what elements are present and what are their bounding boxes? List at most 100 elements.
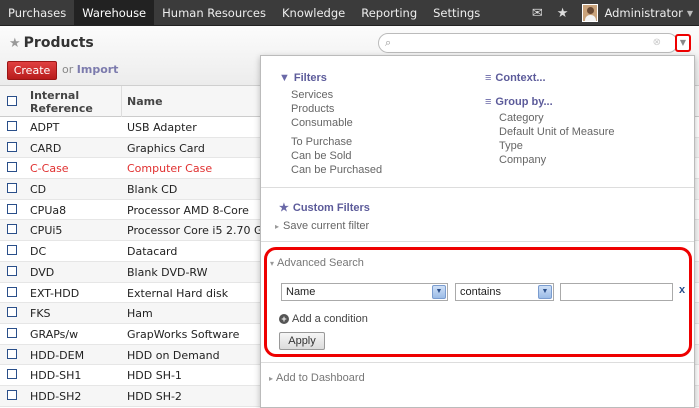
database-icon: ≡	[485, 96, 492, 108]
row-checkbox[interactable]	[7, 224, 17, 235]
page-title-text: Products	[23, 35, 94, 51]
menu-human-resources[interactable]: Human Resources	[154, 0, 274, 26]
groupby-title: ≡ Group by...	[485, 96, 553, 108]
import-link[interactable]: Import	[77, 63, 119, 76]
search-icon: ⌕	[385, 36, 392, 49]
search-options-panel: ▼ Filters Services Products Consumable To…	[260, 55, 695, 408]
favorite-star-icon[interactable]: ★	[9, 36, 21, 51]
main-menu: Purchases Warehouse Human Resources Know…	[0, 0, 488, 26]
column-divider	[121, 86, 122, 117]
menu-warehouse[interactable]: Warehouse	[74, 0, 155, 26]
chevron-down-icon[interactable]: ▼	[432, 285, 446, 299]
add-to-dashboard[interactable]: ▸ Add to Dashboard	[269, 372, 365, 384]
filter-icon: ▼	[279, 72, 290, 84]
operator-select[interactable]: contains ▼	[455, 283, 554, 301]
cell-internal-reference: GRAPs/w	[30, 327, 79, 341]
menu-settings[interactable]: Settings	[425, 0, 488, 26]
save-current-filter-text: Save current filter	[283, 220, 370, 232]
filter-to-purchase[interactable]: To Purchase	[291, 136, 352, 148]
cell-name: USB Adapter	[127, 121, 197, 134]
cell-name: HDD SH-1	[127, 369, 182, 383]
clear-search-icon[interactable]: ⊗	[653, 37, 661, 48]
advanced-search-toggle[interactable]: ▾ Advanced Search	[270, 257, 364, 269]
divider	[261, 362, 694, 363]
groupby-company[interactable]: Company	[499, 154, 546, 166]
add-condition-link[interactable]: + Add a condition	[279, 313, 368, 325]
plus-icon: +	[279, 314, 289, 324]
chevron-down-icon[interactable]: ▼	[687, 9, 693, 18]
cell-internal-reference: CPUa8	[30, 203, 67, 217]
condition-value-input[interactable]	[560, 283, 673, 301]
row-checkbox[interactable]	[7, 327, 17, 338]
row-checkbox[interactable]	[7, 265, 17, 276]
search-input[interactable]: ⌕ ⊗	[378, 33, 678, 53]
row-checkbox[interactable]	[7, 369, 17, 380]
filter-can-be-sold[interactable]: Can be Sold	[291, 150, 352, 162]
context-title[interactable]: ≡ Context...	[485, 72, 546, 84]
select-all-checkbox[interactable]	[7, 96, 17, 106]
operator-select-value: contains	[460, 286, 501, 298]
mail-icon[interactable]: ✉	[532, 6, 543, 21]
row-checkbox[interactable]	[7, 286, 17, 297]
apply-button[interactable]: Apply	[279, 332, 325, 350]
cell-internal-reference: HDD-SH2	[30, 389, 82, 403]
user-name[interactable]: Administrator	[604, 6, 682, 20]
cell-internal-reference: FKS	[30, 307, 51, 321]
advanced-search-title: Advanced Search	[277, 257, 364, 269]
filter-services[interactable]: Services	[291, 89, 333, 101]
divider	[261, 241, 694, 242]
column-header-name[interactable]: Name	[127, 95, 163, 108]
context-title-text: Context...	[495, 72, 546, 84]
cell-name: Ham	[127, 307, 153, 321]
row-checkbox[interactable]	[7, 121, 17, 131]
groupby-type[interactable]: Type	[499, 140, 523, 152]
or-text: or	[62, 63, 74, 76]
row-checkbox[interactable]	[7, 183, 17, 194]
menu-knowledge[interactable]: Knowledge	[274, 0, 353, 26]
cell-internal-reference: CPUi5	[30, 224, 63, 238]
custom-filters-title-text: Custom Filters	[292, 202, 370, 214]
field-select[interactable]: Name ▼	[281, 283, 448, 301]
cell-name: Processor AMD 8-Core	[127, 203, 249, 217]
column-header-internal-reference[interactable]: Internal Reference	[30, 89, 110, 115]
groupby-uom[interactable]: Default Unit of Measure	[499, 126, 615, 138]
save-current-filter[interactable]: ▸ Save current filter	[275, 220, 369, 232]
row-checkbox[interactable]	[7, 348, 17, 359]
cell-internal-reference: DVD	[30, 265, 55, 279]
row-checkbox[interactable]	[7, 141, 17, 152]
delete-condition-button[interactable]: x	[679, 284, 685, 296]
divider	[261, 187, 694, 188]
filters-title: ▼ Filters	[279, 72, 327, 84]
cell-internal-reference: CARD	[30, 141, 62, 155]
cell-name: Datacard	[127, 245, 178, 259]
row-checkbox[interactable]	[7, 389, 17, 400]
menu-purchases[interactable]: Purchases	[0, 0, 74, 26]
menu-reporting[interactable]: Reporting	[353, 0, 425, 26]
avatar[interactable]	[582, 4, 599, 22]
add-to-dashboard-text: Add to Dashboard	[276, 372, 365, 384]
star-icon[interactable]: ★	[557, 6, 569, 21]
cell-internal-reference: HDD-SH1	[30, 369, 82, 383]
filter-products[interactable]: Products	[291, 103, 334, 115]
groupby-category[interactable]: Category	[499, 112, 544, 124]
page-title: ★ Products	[9, 35, 94, 51]
row-checkbox[interactable]	[7, 307, 17, 318]
row-checkbox[interactable]	[7, 162, 17, 173]
filter-consumable[interactable]: Consumable	[291, 117, 353, 129]
cell-internal-reference: HDD-DEM	[30, 348, 85, 362]
cell-internal-reference: C-Case	[30, 162, 69, 176]
top-menu-bar: Purchases Warehouse Human Resources Know…	[0, 0, 699, 26]
chevron-down-icon[interactable]: ▼	[538, 285, 552, 299]
cell-name: Graphics Card	[127, 141, 205, 155]
filters-title-text: Filters	[293, 72, 327, 84]
row-checkbox[interactable]	[7, 203, 17, 214]
topbar-right: ✉ ★ Administrator ▼	[532, 0, 693, 26]
star-icon: ★	[279, 202, 289, 214]
row-checkbox[interactable]	[7, 245, 17, 256]
filter-can-be-purchased[interactable]: Can be Purchased	[291, 164, 382, 176]
search-options-toggle[interactable]: ▼	[675, 34, 691, 52]
cell-name: Blank DVD-RW	[127, 265, 208, 279]
or-import: or Import	[62, 63, 118, 76]
create-button[interactable]: Create	[7, 61, 57, 80]
cell-name: External Hard disk	[127, 286, 229, 300]
